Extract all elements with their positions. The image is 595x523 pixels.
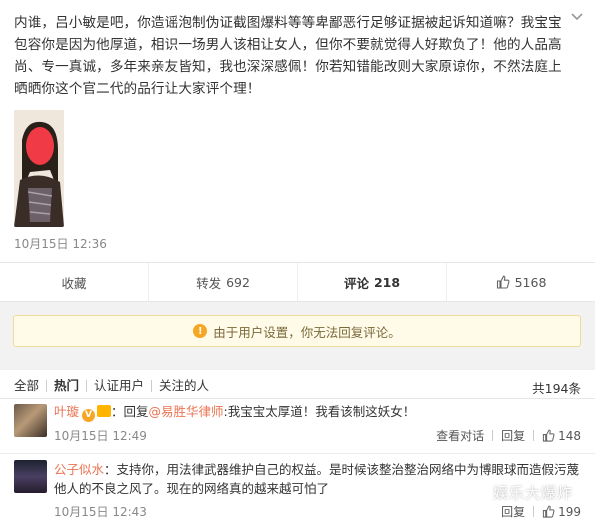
view-dialog-link[interactable]: 查看对话: [436, 427, 484, 444]
reply-link[interactable]: 回复: [501, 503, 525, 520]
like-count: 5168: [514, 274, 547, 290]
thumbs-up-icon: [542, 429, 555, 442]
tab-all[interactable]: 全部: [14, 379, 46, 392]
comment-item: 叶璇 V ：回复@易胜华律师:我宝宝太厚道！我看该制这妖女！ 10月15日 12:4…: [0, 400, 595, 448]
comment-total: 共194条: [532, 381, 581, 396]
comment-like-button[interactable]: 199: [542, 505, 581, 519]
comment-actions: 回复 199: [501, 503, 581, 520]
post-text: 内谁，吕小敏是吧，你造谣泡制伪证截图爆料等等卑鄙恶行足够证据被起诉知道嘛？我宝宝…: [14, 15, 562, 97]
weibo-post: 内谁，吕小敏是吧，你造谣泡制伪证截图爆料等等卑鄙恶行足够证据被起诉知道嘛？我宝宝…: [0, 0, 595, 262]
comment-count: 218: [373, 274, 401, 290]
avatar[interactable]: [14, 404, 47, 437]
watermark-text: 娱乐大爆炸: [492, 484, 573, 502]
repost-label: 转发: [196, 275, 222, 291]
comment-button[interactable]: 评论 218: [298, 263, 447, 301]
thumbs-up-icon: [542, 505, 555, 518]
separator: [492, 430, 494, 441]
chevron-down-icon[interactable]: [569, 8, 585, 24]
comment-like-count: 148: [558, 428, 581, 443]
separator: [533, 430, 535, 441]
tab-following[interactable]: 关注的人: [151, 379, 216, 392]
tab-verified-users[interactable]: 认证用户: [86, 379, 151, 392]
wechat-icon: [469, 484, 489, 501]
post-action-bar: 收藏 转发 692 评论 218 5168: [0, 262, 595, 302]
watermark: 娱乐大爆炸: [469, 482, 573, 503]
thumbs-up-icon: [496, 275, 510, 289]
repost-count: 692: [226, 274, 250, 290]
comment-actions: 查看对话 回复 148: [436, 427, 581, 444]
comment-like-button[interactable]: 148: [542, 429, 581, 443]
comment-like-count: 199: [558, 504, 581, 519]
tab-hot[interactable]: 热门: [46, 379, 86, 392]
comment-text: :我宝宝太厚道！我看该制这妖女！: [223, 404, 416, 419]
comment-filter-tabs: 全部 热门 认证用户 关注的人: [14, 376, 216, 396]
favorite-label: 收藏: [61, 275, 87, 291]
reply-link[interactable]: 回复: [501, 427, 525, 444]
post-image[interactable]: [14, 110, 64, 227]
reply-disabled-notice: ! 由于用户设置，你无法回复评论。: [13, 315, 581, 347]
post-timestamp: 10月15日 12:36: [14, 237, 107, 251]
vip-crown-icon: [97, 405, 112, 417]
mention-link[interactable]: @易胜华律师: [149, 404, 224, 419]
notice-text: 由于用户设置，你无法回复评论。: [213, 324, 401, 340]
comment-username[interactable]: 公子似水: [54, 462, 104, 477]
like-button[interactable]: 5168: [447, 263, 595, 301]
comment-username[interactable]: 叶璇: [54, 404, 79, 419]
divider: [0, 398, 595, 399]
warning-icon: !: [193, 324, 208, 338]
comment-label: 评论: [343, 275, 369, 291]
verified-badge-icon: V: [82, 409, 96, 422]
separator: [533, 506, 535, 517]
comment-reply-prefix: ：回复: [111, 404, 149, 419]
favorite-button[interactable]: 收藏: [0, 263, 149, 301]
post-image-figure: [14, 110, 64, 227]
avatar[interactable]: [14, 460, 47, 493]
comment-body: 叶璇 V ：回复@易胜华律师:我宝宝太厚道！我看该制这妖女！: [54, 402, 584, 422]
comment-timestamp: 10月15日 12:49: [54, 429, 147, 443]
repost-button[interactable]: 转发 692: [149, 263, 298, 301]
comment-timestamp: 10月15日 12:43: [54, 505, 147, 519]
